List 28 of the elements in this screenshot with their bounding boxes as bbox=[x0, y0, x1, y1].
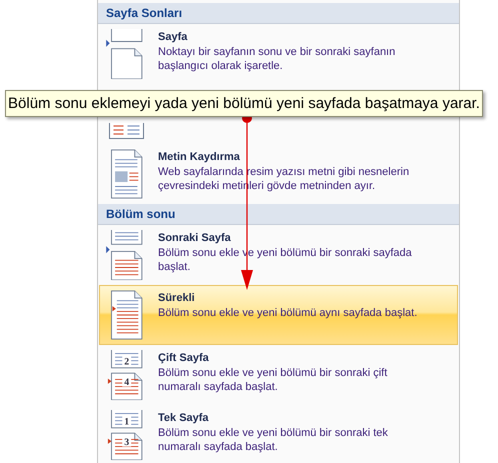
menu-item[interactable]: Sayfa Noktayı bir sayfanın sonu ve bir sonraki sayfanın başlangıcı olarak işaretle. bbox=[99, 24, 458, 84]
item-title: Sürekli bbox=[158, 292, 196, 304]
item-title: Sonraki Sayfa bbox=[158, 232, 232, 244]
section-header: Bölüm sonu bbox=[98, 204, 459, 225]
item-title: Metin Kaydırma bbox=[158, 151, 241, 163]
page-number: 4 bbox=[124, 376, 130, 388]
item-description: Bölüm sonu ekle ve yeni bölümü bir sonraki tek numaralı sayfada başlat. bbox=[158, 426, 389, 454]
page-number: 3 bbox=[124, 436, 130, 448]
page-break-icon bbox=[104, 29, 144, 79]
menu-item[interactable]: 1 3 Tek Sayfa Bölüm sonu ekle ve yeni bölümü bir sonraki tek numaralı sayfada başlat. bbox=[99, 405, 458, 463]
item-description: Noktayı bir sayfanın sonu ve bir sonraki sayfanın başlangıcı olarak işaretle. bbox=[158, 45, 396, 73]
menu-item[interactable]: 2 4 Çift Sayfa Bölüm sonu ekle ve yeni bölümü bir sonraki çift numaralı sayfada başlat. bbox=[99, 345, 458, 405]
menu-item[interactable]: Sürekli Bölüm sonu ekle ve yeni bölümü aynı sayfada başlat. bbox=[99, 285, 458, 345]
item-description: Bölüm sonu ekle ve yeni bölümü aynı sayfada başlat. bbox=[158, 306, 418, 320]
page-icon bbox=[108, 372, 142, 400]
page-icon bbox=[108, 432, 142, 460]
item-title: Çift Sayfa bbox=[158, 352, 210, 364]
page-icon bbox=[111, 410, 142, 428]
page-icon bbox=[111, 350, 142, 368]
section-header: Sayfa Sonları bbox=[98, 3, 459, 24]
item-description: Bölüm sonu ekle ve yeni bölümü bir sonraki çift numaralı sayfada başlat. bbox=[158, 366, 388, 394]
page-number: 1 bbox=[124, 416, 130, 428]
next-page-icon bbox=[104, 230, 144, 280]
callout-tooltip: Bölüm sonu eklemeyi yada yeni bölümü yeni sayfada başatmaya yarar. bbox=[5, 90, 483, 117]
item-title: Tek Sayfa bbox=[158, 412, 210, 424]
item-title: Sayfa bbox=[158, 31, 188, 43]
page-number: 2 bbox=[124, 356, 130, 368]
columns-icon bbox=[108, 123, 144, 139]
